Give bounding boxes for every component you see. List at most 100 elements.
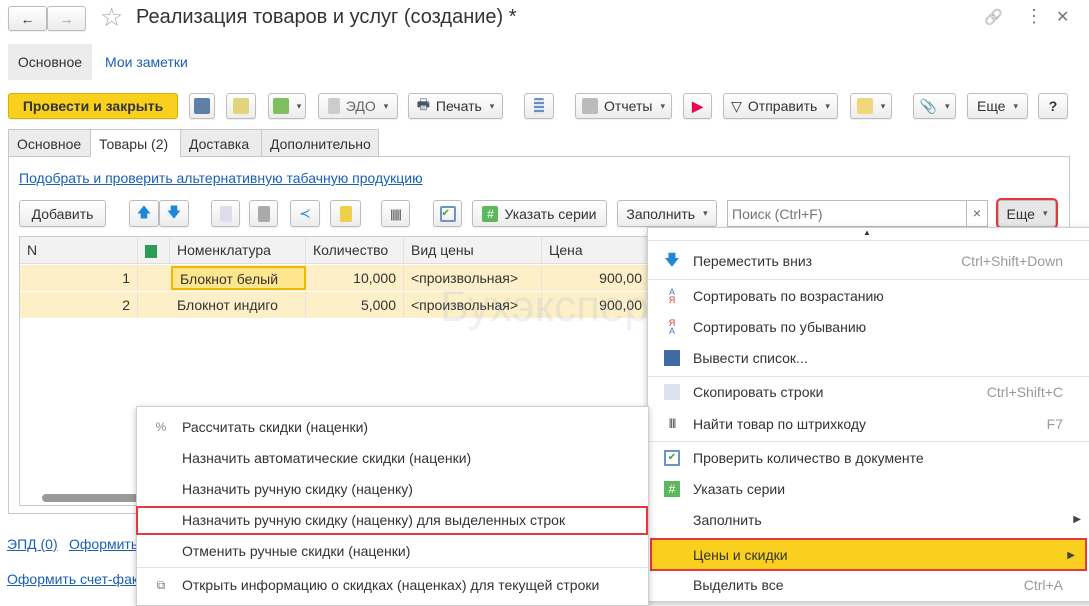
- menu-item-auto-discounts[interactable]: Назначить автоматические скидки (наценки…: [137, 443, 648, 473]
- header-quantity[interactable]: Количество: [306, 237, 404, 263]
- link-icon[interactable]: 🔗: [984, 8, 1003, 26]
- horizontal-scrollbar[interactable]: [42, 494, 142, 502]
- edo-button[interactable]: ЭДО: [318, 93, 398, 119]
- barcode-icon: ||||: [668, 418, 676, 429]
- cell-n: 2: [20, 292, 138, 318]
- table-more-button[interactable]: Еще: [996, 198, 1058, 229]
- menu-item-select-all[interactable]: Выделить все Ctrl+A: [648, 570, 1089, 600]
- back-button[interactable]: ←: [8, 6, 47, 31]
- cell-quantity[interactable]: 10,000: [306, 265, 404, 291]
- send-button[interactable]: ▽ Отправить: [723, 93, 838, 119]
- tab-goods[interactable]: Товары (2): [90, 129, 181, 157]
- submenu-arrow-icon: ▶: [1067, 550, 1075, 561]
- watermark: Бухэксперт: [440, 282, 669, 331]
- create-based-icon: [272, 98, 289, 114]
- tab-additional[interactable]: Дополнительно: [261, 129, 379, 157]
- menu-item-open-discount-info[interactable]: ⧉ Открыть информацию о скидках (наценках)…: [137, 570, 648, 600]
- epd-link[interactable]: ЭПД (0): [7, 536, 58, 552]
- menu-item-manual-discount-selected[interactable]: Назначить ручную скидку (наценку) для вы…: [136, 506, 648, 535]
- menu-item-calc-discounts[interactable]: % Рассчитать скидки (наценки): [137, 412, 648, 442]
- arrow-down-icon: 🡇: [166, 203, 182, 220]
- excise-stamp-icon: [145, 244, 157, 258]
- help-button[interactable]: ?: [1038, 93, 1068, 119]
- select-button[interactable]: [330, 200, 361, 227]
- copy-button[interactable]: [211, 200, 240, 227]
- search-input[interactable]: [727, 200, 967, 227]
- invoice-link[interactable]: Оформить счет-фак: [7, 571, 138, 587]
- tab-main[interactable]: Основное: [8, 129, 91, 157]
- post-and-close-button[interactable]: Провести и закрыть: [8, 93, 178, 119]
- paste-button[interactable]: [249, 200, 278, 227]
- check-quantity-button[interactable]: ✔: [433, 200, 462, 227]
- header-n[interactable]: N: [20, 237, 138, 263]
- menu-item-move-down[interactable]: 🡇 Переместить вниз Ctrl+Shift+Down: [648, 246, 1089, 276]
- add-button[interactable]: Добавить: [19, 200, 106, 227]
- cell-nomenclature[interactable]: Блокнот белый: [171, 266, 306, 290]
- edo-icon: [327, 98, 340, 114]
- create-based-on-button[interactable]: [268, 93, 306, 119]
- check-icon: ✔: [664, 450, 680, 466]
- arrow-down-icon: 🡇: [664, 252, 680, 269]
- reports-button[interactable]: Отчеты: [575, 93, 672, 119]
- menu-item-output-list[interactable]: Вывести список...: [648, 343, 1089, 373]
- post-button[interactable]: [226, 93, 256, 119]
- tab-delivery[interactable]: Доставка: [180, 129, 262, 157]
- header-nomenclature[interactable]: Номенклатура: [170, 237, 306, 263]
- attach-button[interactable]: 📎: [913, 93, 956, 119]
- favorite-star-icon[interactable]: ☆: [100, 2, 123, 33]
- header-price[interactable]: Цена: [542, 237, 652, 263]
- barcode-button[interactable]: |||||: [381, 200, 410, 227]
- menu-item-cancel-manual[interactable]: Отменить ручные скидки (наценки): [137, 536, 648, 566]
- hash-icon: #: [482, 205, 499, 222]
- series-button[interactable]: # Указать серии: [472, 200, 607, 227]
- arrow-up-icon: 🡅: [136, 203, 152, 220]
- split-button[interactable]: ≺: [290, 200, 320, 227]
- my-notes-link[interactable]: Мои заметки: [105, 54, 188, 70]
- document-tasks-button[interactable]: [850, 93, 892, 119]
- forward-button[interactable]: →: [47, 6, 86, 31]
- print-button[interactable]: 🖶 Печать: [408, 93, 503, 119]
- menu-item-check-quantity[interactable]: ✔ Проверить количество в документе: [648, 443, 1089, 473]
- tobacco-link[interactable]: Подобрать и проверить альтернативную таб…: [19, 170, 423, 186]
- tab-main-form[interactable]: Основное: [8, 44, 92, 80]
- menu-item-find-barcode[interactable]: |||| Найти товар по штрихкоду F7: [648, 409, 1089, 439]
- page-title: Реализация товаров и услуг (создание) *: [136, 6, 517, 28]
- move-down-button[interactable]: 🡇: [159, 200, 189, 227]
- more-button[interactable]: Еще: [967, 93, 1028, 119]
- menu-item-copy-rows[interactable]: Скопировать строки Ctrl+Shift+C: [648, 377, 1089, 407]
- menu-item-sort-desc[interactable]: Я А Сортировать по убыванию: [648, 312, 1089, 342]
- move-up-button[interactable]: 🡅: [129, 200, 159, 227]
- percent-icon: %: [155, 420, 167, 434]
- submenu-arrow-icon: ▶: [1073, 514, 1081, 525]
- document-clock-icon: [856, 98, 873, 114]
- save-button[interactable]: [189, 93, 215, 119]
- menu-item-prices-discounts[interactable]: Цены и скидки ▶: [650, 538, 1087, 571]
- hash-icon: #: [664, 481, 680, 497]
- menu-item-sort-asc[interactable]: А Я Сортировать по возрастанию: [648, 281, 1089, 311]
- paperclip-icon: 📎: [919, 97, 937, 114]
- split-icon: ≺: [299, 205, 311, 221]
- header-price-type[interactable]: Вид цены: [404, 237, 542, 263]
- menu-item-series[interactable]: # Указать серии: [648, 474, 1089, 504]
- header-excise-icon[interactable]: [138, 237, 170, 263]
- post-document-icon: [233, 98, 249, 114]
- close-icon[interactable]: ✕: [1056, 7, 1069, 27]
- issue-link[interactable]: Оформить: [69, 536, 138, 552]
- selection-icon: [339, 205, 352, 222]
- paste-icon: [257, 205, 270, 222]
- structure-button[interactable]: [524, 93, 554, 119]
- cell-nomenclature[interactable]: Блокнот индиго: [170, 292, 306, 318]
- cell-quantity[interactable]: 5,000: [306, 292, 404, 318]
- menu-item-fill[interactable]: Заполнить ▶: [648, 505, 1089, 535]
- more-icon[interactable]: ⋮: [1025, 6, 1043, 27]
- scroll-up-icon[interactable]: ▲: [863, 228, 871, 237]
- edo-send-button[interactable]: ▶: [683, 93, 712, 119]
- sort-asc-icon: АЯ: [668, 287, 676, 305]
- list-output-icon: [664, 350, 680, 366]
- open-window-icon: ⧉: [156, 578, 166, 592]
- fill-button[interactable]: Заполнить: [617, 200, 717, 227]
- reports-icon: [582, 98, 599, 114]
- search-clear-button[interactable]: ×: [966, 200, 988, 227]
- floppy-icon: [194, 98, 210, 114]
- menu-item-manual-discount[interactable]: Назначить ручную скидку (наценку): [137, 474, 648, 504]
